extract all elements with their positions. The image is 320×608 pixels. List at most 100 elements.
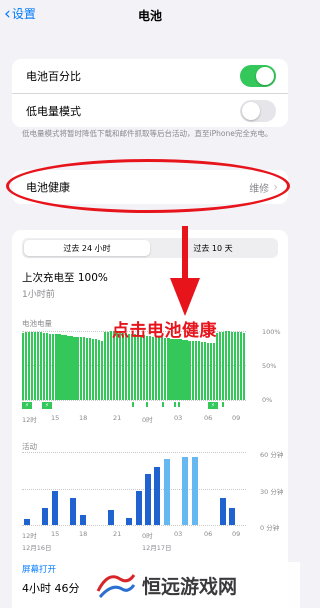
- watermark-logo-icon: [96, 574, 136, 598]
- activity-bar: [228, 507, 236, 525]
- battery-level-bar: [197, 341, 200, 400]
- battery-y-label: 50%: [262, 362, 277, 370]
- battery-level-bar: [206, 342, 209, 400]
- x-tick-label: 15: [51, 414, 60, 422]
- battery-level-bar: [22, 333, 25, 400]
- activity-bar: [51, 490, 58, 525]
- activity-bar: [144, 473, 152, 525]
- battery-level-bar: [52, 333, 55, 400]
- battery-level-bar: [194, 341, 197, 400]
- activity-bar: [42, 507, 49, 525]
- battery-level-bar: [215, 333, 218, 400]
- x-tick-label: 0时: [142, 416, 153, 424]
- screen-on-label: 屏幕打开: [22, 565, 57, 575]
- battery-level-bar: [100, 340, 103, 400]
- battery-level-bar: [61, 335, 64, 400]
- watermark: 恒远游戏网: [88, 562, 300, 608]
- activity-bar: [70, 498, 77, 525]
- screen-on-value: 4小时 46分: [22, 582, 80, 595]
- low-power-mode-toggle[interactable]: [240, 99, 276, 122]
- battery-level-bar: [209, 342, 212, 400]
- grid-line: [22, 400, 246, 401]
- x-tick-label: 0时: [142, 532, 153, 540]
- battery-level-bar: [49, 333, 52, 400]
- battery-level-bar: [191, 340, 194, 400]
- activity-y-label: 60 分钟: [260, 451, 284, 459]
- battery-percentage-toggle[interactable]: [240, 65, 276, 87]
- x-tick-label: 21: [113, 414, 122, 422]
- battery-level-bar: [124, 333, 128, 400]
- battery-level-bar: [67, 335, 70, 400]
- battery-level-bar: [149, 335, 152, 400]
- battery-level-bar: [221, 331, 224, 400]
- last-charge-time: 1小时前: [22, 290, 55, 300]
- battery-level-bar: [134, 334, 137, 400]
- activity-bar: [23, 518, 30, 525]
- battery-level-bar: [31, 331, 34, 400]
- battery-level-bar: [212, 343, 215, 400]
- activity-bar: [191, 456, 198, 525]
- battery-level-bar: [112, 331, 116, 400]
- battery-level-bar: [70, 335, 73, 400]
- battery-level-bar: [146, 335, 149, 400]
- battery-level-bar: [58, 334, 61, 400]
- battery-level-bar: [164, 337, 167, 400]
- activity-bar: [107, 510, 114, 525]
- low-power-mode-label: 低电量模式: [26, 104, 81, 118]
- battery-level-bar: [167, 337, 170, 400]
- x-tick-label: 03: [174, 414, 183, 422]
- tab-last-10-days[interactable]: 过去 10 天: [150, 240, 276, 256]
- battery-level-bar: [130, 333, 134, 400]
- date-label: 12月17日: [142, 544, 172, 552]
- battery-level-bar: [115, 331, 119, 400]
- battery-percentage-label: 电池百分比: [26, 70, 81, 83]
- low-power-mode-row: 低电量模式: [12, 93, 288, 127]
- x-tick-label: 18: [79, 530, 88, 538]
- battery-level-bar: [121, 333, 125, 400]
- battery-level-bar: [109, 331, 112, 400]
- tab-last-24-hours[interactable]: 过去 24 小时: [24, 240, 150, 256]
- battery-level-bar: [64, 335, 67, 400]
- battery-level-bar: [218, 332, 221, 400]
- power-settings-group: 电池百分比 低电量模式: [12, 59, 288, 127]
- x-tick-label: 06: [204, 414, 213, 422]
- battery-level-bar: [227, 331, 231, 400]
- charging-mark: [146, 402, 148, 407]
- battery-level-bar: [28, 332, 31, 400]
- grid-line: [22, 525, 246, 526]
- x-tick-label: 21: [113, 530, 122, 538]
- activity-y-label: 30 分钟: [260, 488, 284, 496]
- battery-level-bar: [40, 332, 43, 400]
- activity-label: 活动: [22, 442, 37, 451]
- annotation-arrow: [170, 226, 200, 316]
- battery-level-chart: [22, 331, 246, 400]
- activity-bar: [182, 456, 189, 525]
- battery-level-bar: [37, 332, 40, 400]
- activity-bar: [135, 490, 142, 525]
- highlight-circle: [6, 159, 290, 213]
- battery-level-bar: [242, 333, 246, 400]
- battery-level-bar: [173, 338, 176, 400]
- battery-level-bar: [94, 339, 97, 400]
- battery-level-bar: [55, 334, 58, 400]
- battery-level-bar: [43, 333, 46, 400]
- toggle-knob: [256, 67, 274, 85]
- charging-bolt-icon: ⚡: [22, 402, 32, 409]
- nav-bar: ‹ 设置 电池: [0, 0, 300, 30]
- activity-chart: [22, 452, 246, 525]
- battery-level-bar: [230, 331, 234, 400]
- activity-bar: [219, 498, 226, 525]
- battery-level-bar: [239, 332, 243, 400]
- activity-bar: [163, 459, 170, 525]
- battery-level-bar: [118, 332, 122, 400]
- activity-y-label: 0 分钟: [260, 524, 280, 532]
- activity-bar: [154, 466, 161, 525]
- battery-level-bar: [224, 331, 228, 400]
- battery-level-bar: [203, 342, 206, 400]
- x-tick-label: 09: [232, 530, 241, 538]
- battery-level-bar: [185, 339, 188, 400]
- charging-mark: [174, 402, 176, 407]
- charging-indicator-strip: ⚡ ⚡ ⚡: [22, 402, 246, 410]
- battery-percentage-row: 电池百分比: [12, 59, 288, 93]
- battery-level-bar: [188, 340, 191, 400]
